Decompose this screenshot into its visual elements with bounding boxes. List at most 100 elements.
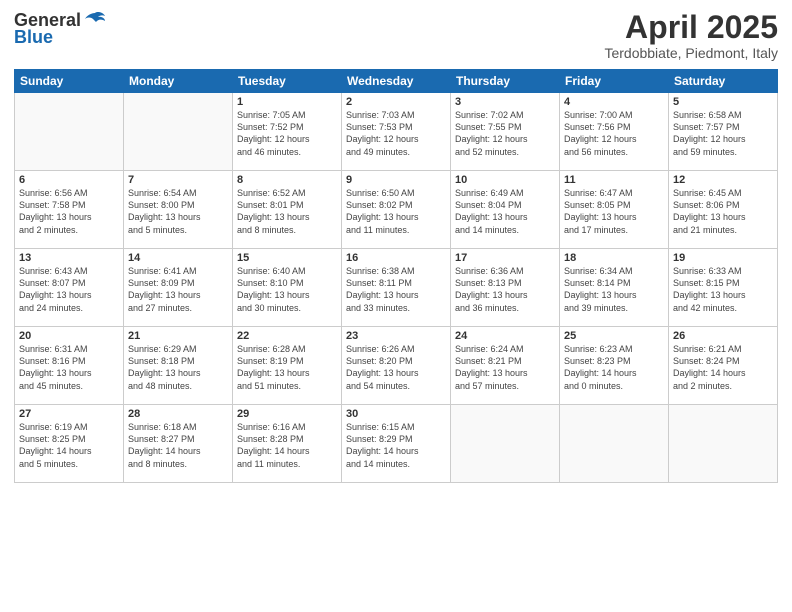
day-cell: 17Sunrise: 6:36 AM Sunset: 8:13 PM Dayli…	[451, 249, 560, 327]
day-number: 5	[673, 96, 773, 108]
day-info: Sunrise: 6:40 AM Sunset: 8:10 PM Dayligh…	[237, 265, 337, 314]
day-info: Sunrise: 6:15 AM Sunset: 8:29 PM Dayligh…	[346, 421, 446, 470]
day-number: 18	[564, 252, 664, 264]
day-number: 16	[346, 252, 446, 264]
day-number: 8	[237, 174, 337, 186]
day-number: 30	[346, 408, 446, 420]
week-row-2: 13Sunrise: 6:43 AM Sunset: 8:07 PM Dayli…	[15, 249, 778, 327]
day-cell: 21Sunrise: 6:29 AM Sunset: 8:18 PM Dayli…	[124, 327, 233, 405]
day-cell: 15Sunrise: 6:40 AM Sunset: 8:10 PM Dayli…	[233, 249, 342, 327]
week-row-3: 20Sunrise: 6:31 AM Sunset: 8:16 PM Dayli…	[15, 327, 778, 405]
day-cell: 12Sunrise: 6:45 AM Sunset: 8:06 PM Dayli…	[669, 171, 778, 249]
day-number: 11	[564, 174, 664, 186]
day-info: Sunrise: 6:19 AM Sunset: 8:25 PM Dayligh…	[19, 421, 119, 470]
day-number: 28	[128, 408, 228, 420]
day-cell	[669, 405, 778, 483]
day-info: Sunrise: 6:43 AM Sunset: 8:07 PM Dayligh…	[19, 265, 119, 314]
day-number: 14	[128, 252, 228, 264]
day-cell: 9Sunrise: 6:50 AM Sunset: 8:02 PM Daylig…	[342, 171, 451, 249]
day-info: Sunrise: 6:26 AM Sunset: 8:20 PM Dayligh…	[346, 343, 446, 392]
col-header-thursday: Thursday	[451, 70, 560, 93]
day-number: 9	[346, 174, 446, 186]
week-row-4: 27Sunrise: 6:19 AM Sunset: 8:25 PM Dayli…	[15, 405, 778, 483]
calendar-title: April 2025	[604, 10, 778, 45]
day-cell: 25Sunrise: 6:23 AM Sunset: 8:23 PM Dayli…	[560, 327, 669, 405]
logo-bird-icon	[83, 11, 107, 31]
day-info: Sunrise: 7:05 AM Sunset: 7:52 PM Dayligh…	[237, 109, 337, 158]
day-info: Sunrise: 7:00 AM Sunset: 7:56 PM Dayligh…	[564, 109, 664, 158]
day-info: Sunrise: 6:54 AM Sunset: 8:00 PM Dayligh…	[128, 187, 228, 236]
day-number: 4	[564, 96, 664, 108]
day-cell: 3Sunrise: 7:02 AM Sunset: 7:55 PM Daylig…	[451, 93, 560, 171]
day-info: Sunrise: 6:28 AM Sunset: 8:19 PM Dayligh…	[237, 343, 337, 392]
day-number: 15	[237, 252, 337, 264]
day-cell: 27Sunrise: 6:19 AM Sunset: 8:25 PM Dayli…	[15, 405, 124, 483]
day-number: 7	[128, 174, 228, 186]
day-cell: 30Sunrise: 6:15 AM Sunset: 8:29 PM Dayli…	[342, 405, 451, 483]
day-cell: 2Sunrise: 7:03 AM Sunset: 7:53 PM Daylig…	[342, 93, 451, 171]
day-number: 23	[346, 330, 446, 342]
day-number: 27	[19, 408, 119, 420]
day-info: Sunrise: 6:21 AM Sunset: 8:24 PM Dayligh…	[673, 343, 773, 392]
day-cell: 22Sunrise: 6:28 AM Sunset: 8:19 PM Dayli…	[233, 327, 342, 405]
day-number: 12	[673, 174, 773, 186]
day-info: Sunrise: 6:49 AM Sunset: 8:04 PM Dayligh…	[455, 187, 555, 236]
day-cell: 20Sunrise: 6:31 AM Sunset: 8:16 PM Dayli…	[15, 327, 124, 405]
day-number: 17	[455, 252, 555, 264]
day-info: Sunrise: 6:50 AM Sunset: 8:02 PM Dayligh…	[346, 187, 446, 236]
day-info: Sunrise: 6:18 AM Sunset: 8:27 PM Dayligh…	[128, 421, 228, 470]
day-number: 13	[19, 252, 119, 264]
day-cell: 16Sunrise: 6:38 AM Sunset: 8:11 PM Dayli…	[342, 249, 451, 327]
day-number: 20	[19, 330, 119, 342]
day-cell: 28Sunrise: 6:18 AM Sunset: 8:27 PM Dayli…	[124, 405, 233, 483]
col-header-saturday: Saturday	[669, 70, 778, 93]
day-number: 21	[128, 330, 228, 342]
day-number: 2	[346, 96, 446, 108]
day-cell: 10Sunrise: 6:49 AM Sunset: 8:04 PM Dayli…	[451, 171, 560, 249]
week-row-0: 1Sunrise: 7:05 AM Sunset: 7:52 PM Daylig…	[15, 93, 778, 171]
day-info: Sunrise: 6:34 AM Sunset: 8:14 PM Dayligh…	[564, 265, 664, 314]
day-info: Sunrise: 6:33 AM Sunset: 8:15 PM Dayligh…	[673, 265, 773, 314]
day-cell: 5Sunrise: 6:58 AM Sunset: 7:57 PM Daylig…	[669, 93, 778, 171]
day-info: Sunrise: 7:03 AM Sunset: 7:53 PM Dayligh…	[346, 109, 446, 158]
day-info: Sunrise: 6:38 AM Sunset: 8:11 PM Dayligh…	[346, 265, 446, 314]
col-header-friday: Friday	[560, 70, 669, 93]
day-info: Sunrise: 6:16 AM Sunset: 8:28 PM Dayligh…	[237, 421, 337, 470]
day-number: 3	[455, 96, 555, 108]
day-cell: 18Sunrise: 6:34 AM Sunset: 8:14 PM Dayli…	[560, 249, 669, 327]
day-cell: 29Sunrise: 6:16 AM Sunset: 8:28 PM Dayli…	[233, 405, 342, 483]
day-cell	[451, 405, 560, 483]
col-header-monday: Monday	[124, 70, 233, 93]
day-info: Sunrise: 6:31 AM Sunset: 8:16 PM Dayligh…	[19, 343, 119, 392]
day-cell: 23Sunrise: 6:26 AM Sunset: 8:20 PM Dayli…	[342, 327, 451, 405]
day-cell: 26Sunrise: 6:21 AM Sunset: 8:24 PM Dayli…	[669, 327, 778, 405]
day-info: Sunrise: 6:47 AM Sunset: 8:05 PM Dayligh…	[564, 187, 664, 236]
day-number: 26	[673, 330, 773, 342]
calendar-table: SundayMondayTuesdayWednesdayThursdayFrid…	[14, 69, 778, 483]
day-number: 24	[455, 330, 555, 342]
logo: General Blue	[14, 10, 107, 48]
day-number: 6	[19, 174, 119, 186]
day-cell	[560, 405, 669, 483]
col-header-wednesday: Wednesday	[342, 70, 451, 93]
day-cell: 13Sunrise: 6:43 AM Sunset: 8:07 PM Dayli…	[15, 249, 124, 327]
day-cell	[15, 93, 124, 171]
logo-blue-text: Blue	[14, 27, 53, 48]
day-number: 22	[237, 330, 337, 342]
day-info: Sunrise: 7:02 AM Sunset: 7:55 PM Dayligh…	[455, 109, 555, 158]
title-block: April 2025 Terdobbiate, Piedmont, Italy	[604, 10, 778, 61]
calendar-page: General Blue April 2025 Terdobbiate, Pie…	[0, 0, 792, 612]
calendar-subtitle: Terdobbiate, Piedmont, Italy	[604, 45, 778, 61]
day-info: Sunrise: 6:41 AM Sunset: 8:09 PM Dayligh…	[128, 265, 228, 314]
day-number: 29	[237, 408, 337, 420]
day-number: 1	[237, 96, 337, 108]
day-info: Sunrise: 6:29 AM Sunset: 8:18 PM Dayligh…	[128, 343, 228, 392]
col-header-tuesday: Tuesday	[233, 70, 342, 93]
day-info: Sunrise: 6:45 AM Sunset: 8:06 PM Dayligh…	[673, 187, 773, 236]
week-row-1: 6Sunrise: 6:56 AM Sunset: 7:58 PM Daylig…	[15, 171, 778, 249]
day-info: Sunrise: 6:52 AM Sunset: 8:01 PM Dayligh…	[237, 187, 337, 236]
day-cell: 6Sunrise: 6:56 AM Sunset: 7:58 PM Daylig…	[15, 171, 124, 249]
day-info: Sunrise: 6:58 AM Sunset: 7:57 PM Dayligh…	[673, 109, 773, 158]
day-cell: 19Sunrise: 6:33 AM Sunset: 8:15 PM Dayli…	[669, 249, 778, 327]
col-header-sunday: Sunday	[15, 70, 124, 93]
